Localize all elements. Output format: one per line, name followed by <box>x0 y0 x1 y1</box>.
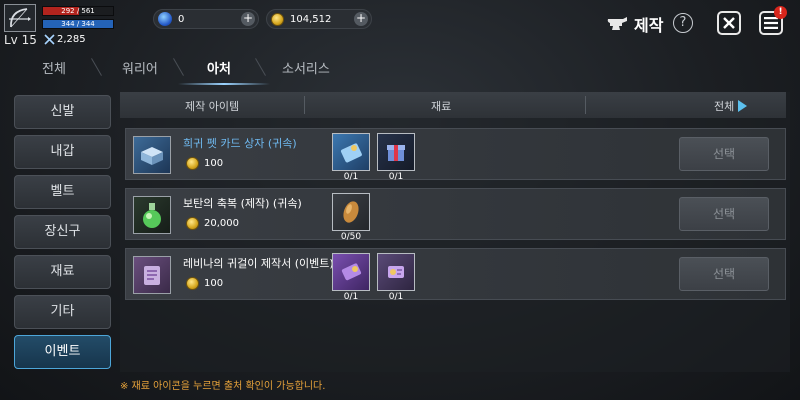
tab-archer[interactable]: 아처 <box>207 58 231 77</box>
page-title: 제작 <box>606 12 663 36</box>
gold-coin-icon <box>186 157 199 170</box>
player-level: Lv 15 <box>4 33 37 47</box>
tab-all[interactable]: 전체 <box>42 58 66 77</box>
column-divider <box>585 96 586 114</box>
table-row[interactable]: 보탄의 축복 (제작) (귀속) 20,000 0/50 선택 <box>125 188 786 242</box>
archer-class-icon[interactable] <box>4 4 36 32</box>
item-cost: 100 <box>186 277 223 290</box>
recipe-scroll-icon[interactable] <box>133 256 171 294</box>
combat-power-value: 2,285 <box>57 34 86 45</box>
table-header: 제작 아이템 재료 전체 <box>120 92 786 118</box>
item-cost-value: 100 <box>204 158 224 169</box>
top-hud: 292 / 561 344 / 344 Lv 15 2,285 0 + 104,… <box>0 0 800 52</box>
hamburger-menu-icon <box>764 17 778 29</box>
earring-recipe-icon[interactable] <box>332 253 370 291</box>
page-title-text: 제작 <box>634 16 664 35</box>
notification-badge: ! <box>774 6 787 19</box>
combat-power: 2,285 <box>44 34 86 45</box>
select-button[interactable]: 선택 <box>679 257 769 291</box>
gem-amount: 0 <box>178 13 185 25</box>
table-row[interactable]: 레비나의 귀걸이 제작서 (이벤트) 100 0/1 0/1 선택 <box>125 248 786 302</box>
tab-divider <box>173 58 184 76</box>
play-arrow-icon <box>738 100 748 112</box>
gem-currency: 0 + <box>153 9 259 29</box>
item-cost: 20,000 <box>186 217 239 230</box>
tab-divider <box>255 58 266 76</box>
gold-amount: 104,512 <box>290 13 332 25</box>
gift-box-icon[interactable] <box>377 133 415 171</box>
gold-currency: 104,512 + <box>266 9 372 29</box>
item-name: 보탄의 축복 (제작) (귀속) <box>183 197 302 210</box>
earring-piece-icon[interactable] <box>377 253 415 291</box>
sidebar-item-materials[interactable]: 재료 <box>14 255 111 289</box>
column-divider <box>304 96 305 114</box>
mp-bar: 344 / 344 <box>42 19 114 29</box>
close-icon <box>723 17 735 29</box>
item-cost-value: 100 <box>204 278 224 289</box>
sidebar-item-etc[interactable]: 기타 <box>14 295 111 329</box>
sidebar-item-inner-armor[interactable]: 내갑 <box>14 135 111 169</box>
anvil-icon <box>607 17 627 30</box>
column-header-item: 제작 아이템 <box>185 100 240 113</box>
sidebar-item-shoes[interactable]: 신발 <box>14 95 111 129</box>
active-tab-indicator <box>178 83 270 85</box>
select-button[interactable]: 선택 <box>679 197 769 231</box>
menu-button[interactable]: ! <box>759 6 787 35</box>
column-header-materials: 재료 <box>431 100 452 113</box>
hp-bar: 292 / 561 <box>42 6 114 16</box>
hp-text: 292 / 561 <box>61 7 95 15</box>
item-cost-value: 20,000 <box>204 218 239 229</box>
potion-bottle-icon[interactable] <box>133 196 171 234</box>
add-gold-button[interactable]: + <box>354 12 368 26</box>
blue-gem-icon <box>158 12 172 26</box>
gold-coin-icon <box>271 12 284 26</box>
seed-icon[interactable] <box>332 193 370 231</box>
item-name: 레비나의 귀걸이 제작서 (이벤트) <box>183 257 334 270</box>
help-button[interactable]: ? <box>673 13 693 33</box>
material-count: 0/1 <box>388 292 404 302</box>
filter-all-button[interactable]: 전체 <box>714 98 748 114</box>
item-cost: 100 <box>186 157 223 170</box>
gold-coin-icon <box>186 277 199 290</box>
tab-sorceress[interactable]: 소서리스 <box>282 58 330 77</box>
material-count: 0/1 <box>388 172 404 182</box>
tab-warrior[interactable]: 워리어 <box>122 58 158 77</box>
tab-divider <box>91 58 102 76</box>
item-name: 희귀 펫 카드 상자 (귀속) <box>183 137 297 150</box>
pet-card-icon[interactable] <box>332 133 370 171</box>
pet-card-box-icon[interactable] <box>133 136 171 174</box>
material-count: 0/1 <box>343 172 359 182</box>
mp-text: 344 / 344 <box>61 20 95 28</box>
sidebar-item-event[interactable]: 이벤트 <box>14 335 111 369</box>
gold-coin-icon <box>186 217 199 230</box>
sidebar-item-accessory[interactable]: 장신구 <box>14 215 111 249</box>
footer-note: ※ 재료 아이콘을 누르면 출처 확인이 가능합니다. <box>120 381 326 392</box>
table-row[interactable]: 희귀 펫 카드 상자 (귀속) 100 0/1 0/1 선택 <box>125 128 786 182</box>
filter-all-label: 전체 <box>714 100 735 113</box>
material-count: 0/1 <box>343 292 359 302</box>
close-button[interactable] <box>717 11 741 35</box>
material-count: 0/50 <box>340 232 362 242</box>
class-tabs: 전체 워리어 아처 소서리스 <box>0 53 800 85</box>
add-gems-button[interactable]: + <box>241 12 255 26</box>
select-button[interactable]: 선택 <box>679 137 769 171</box>
crossed-swords-icon <box>44 34 55 45</box>
sidebar-item-belt[interactable]: 벨트 <box>14 175 111 209</box>
